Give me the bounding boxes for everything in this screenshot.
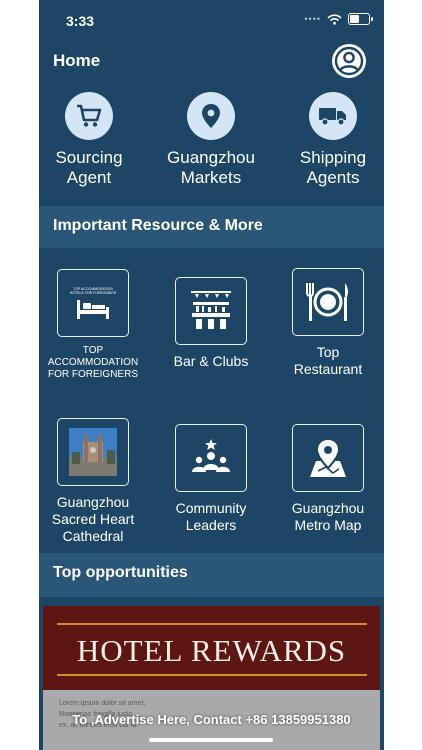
hotel-rewards-banner[interactable]: HOTEL REWARDS: [43, 606, 380, 690]
banner-rule-top: [57, 623, 367, 625]
plate-cutlery-icon: [292, 268, 364, 336]
top-accommodation-label: TOP ACCOMMODATION FOR FOREIGNERS: [47, 345, 139, 380]
sacred-heart-cathedral-label: Guangzhou Sacred Heart Cathedral: [51, 494, 135, 544]
advertise-contact-text[interactable]: To ,Advertise Here, Contact +86 13859951…: [39, 712, 384, 727]
metro-map-button[interactable]: Guangzhou Metro Map: [273, 424, 383, 534]
section-title: Top opportunities: [53, 564, 188, 581]
cathedral-photo: [57, 418, 129, 486]
truck-icon: [309, 92, 357, 140]
group-star-icon: [175, 424, 247, 492]
top-restaurant-button[interactable]: Top Restaurant: [273, 268, 383, 378]
wifi-icon: [327, 13, 342, 25]
signal-icon: ••••: [304, 14, 321, 24]
metro-map-label: Guangzhou Metro Map: [291, 500, 365, 533]
guangzhou-markets-label: Guangzhou Markets: [167, 148, 255, 187]
status-time: 3:33: [66, 13, 95, 29]
opportunities-section-header: Top opportunities: [39, 553, 384, 597]
banner-title: HOTEL REWARDS: [76, 633, 347, 668]
app-screen: 3:33 •••• Home Sourcing Agent Guangzhou …: [39, 0, 384, 750]
sourcing-agent-button[interactable]: Sourcing Agent: [39, 92, 144, 188]
top-accommodation-button[interactable]: TOP ACCOMMODATION HOTELS FOR FOREIGNERS …: [39, 269, 148, 381]
sacred-heart-cathedral-button[interactable]: Guangzhou Sacred Heart Cathedral: [39, 418, 148, 545]
community-leaders-label: Community Leaders: [175, 500, 247, 533]
community-leaders-button[interactable]: Community Leaders: [156, 424, 266, 534]
battery-icon: [348, 13, 373, 25]
bar-clubs-label: Bar & Clubs: [173, 353, 249, 369]
shipping-agents-label: Shipping Agents: [299, 148, 367, 187]
page-title: Home: [53, 51, 101, 70]
map-pin-icon: [292, 424, 364, 492]
location-pin-icon: [187, 92, 235, 140]
guangzhou-markets-button[interactable]: Guangzhou Markets: [156, 92, 266, 188]
bed-icon: TOP ACCOMMODATION HOTELS FOR FOREIGNERS: [57, 269, 129, 337]
shipping-agents-button[interactable]: Shipping Agents: [278, 92, 384, 188]
sourcing-agent-label: Sourcing Agent: [55, 148, 123, 187]
status-icons: ••••: [304, 13, 373, 25]
shopping-cart-icon: [65, 92, 113, 140]
status-bar: 3:33 ••••: [39, 0, 384, 40]
resources-section-header: Important Resource & More: [39, 206, 384, 248]
bar-counter-icon: [175, 277, 247, 345]
banner-rule-bottom: [57, 674, 367, 676]
user-icon: [334, 46, 364, 76]
top-restaurant-label: Top Restaurant: [293, 344, 363, 377]
section-title: Important Resource & More: [53, 217, 263, 234]
profile-button[interactable]: [332, 44, 366, 78]
bar-clubs-button[interactable]: Bar & Clubs: [156, 277, 266, 370]
home-indicator[interactable]: [149, 738, 273, 742]
